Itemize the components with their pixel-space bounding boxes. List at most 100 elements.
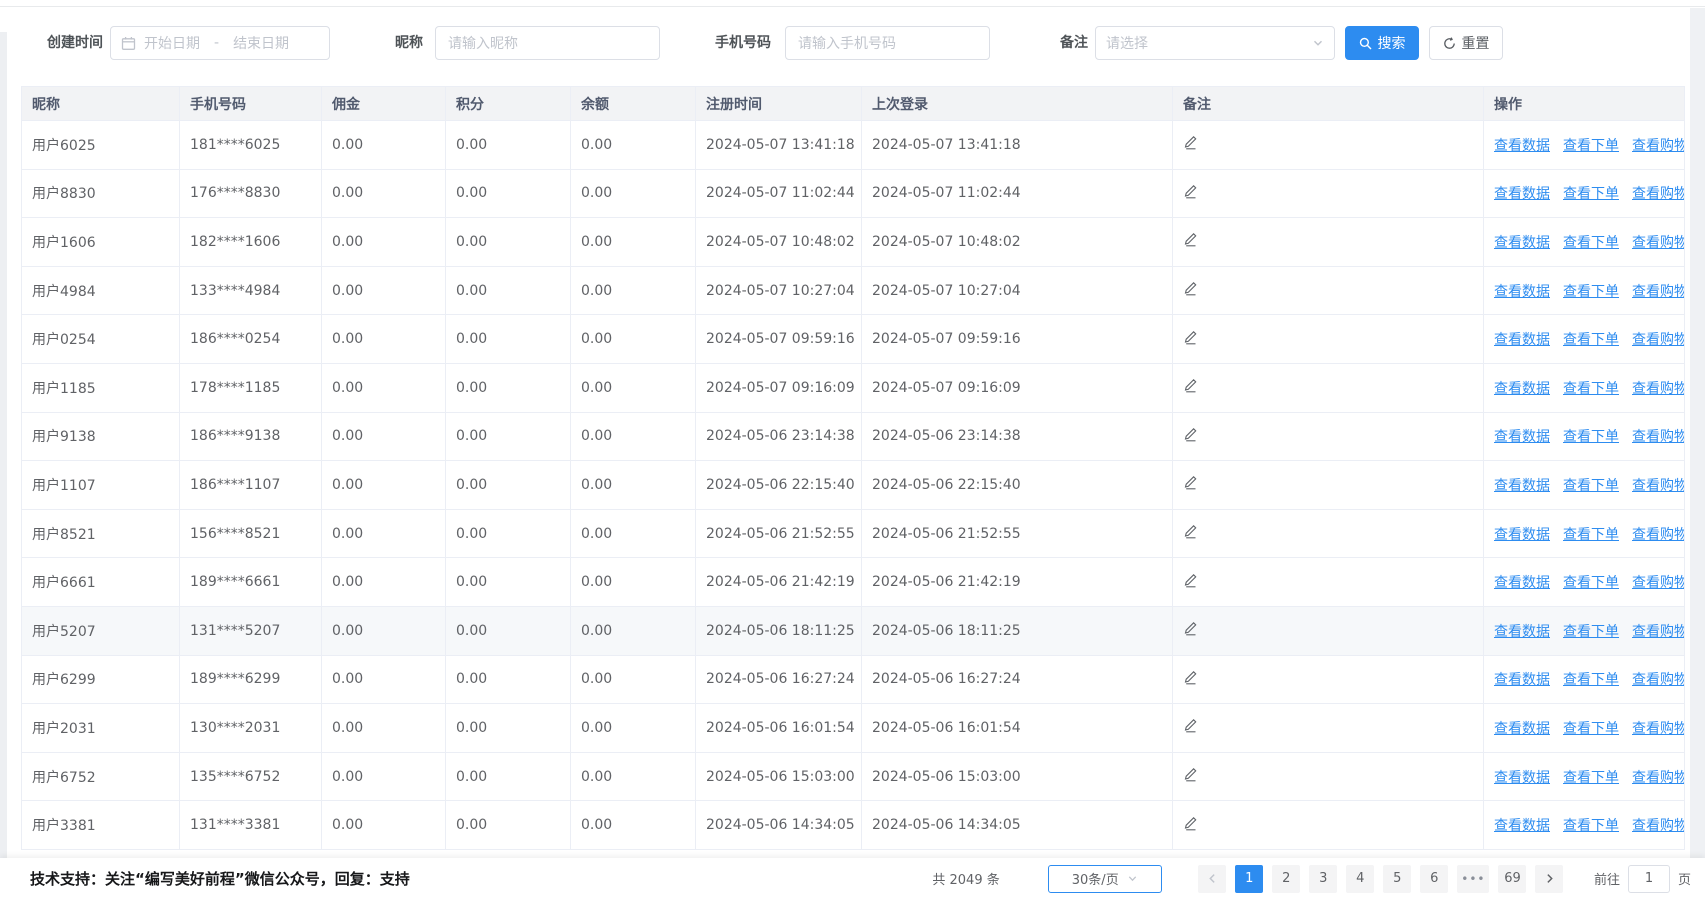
date-range-picker[interactable]: 开始日期 - 结束日期 [110,26,330,60]
action-link[interactable]: 查看数据 [1494,721,1550,737]
page-button[interactable]: 6 [1420,865,1448,893]
left-edge-strip [0,32,7,858]
action-link[interactable]: 查看购物车 [1632,381,1685,397]
edit-remark-icon[interactable] [1183,816,1198,835]
action-link[interactable]: 查看下单 [1563,527,1619,543]
cell-phone: 189****6299 [180,655,322,704]
edit-remark-icon[interactable] [1183,184,1198,203]
action-link[interactable]: 查看下单 [1563,381,1619,397]
more-pages-button[interactable]: ••• [1457,865,1489,893]
action-link[interactable]: 查看购物车 [1632,721,1685,737]
page-button[interactable]: 5 [1383,865,1411,893]
action-link[interactable]: 查看购物车 [1632,332,1685,348]
cell-last-login: 2024-05-07 10:48:02 [862,218,1173,267]
edit-remark-icon[interactable] [1183,427,1198,446]
action-link[interactable]: 查看数据 [1494,818,1550,834]
action-link[interactable]: 查看购物车 [1632,138,1685,154]
page-size-select[interactable]: 30条/页 [1048,865,1162,893]
cell-phone: 176****8830 [180,169,322,218]
action-link[interactable]: 查看数据 [1494,429,1550,445]
action-link[interactable]: 查看下单 [1563,429,1619,445]
cell-balance: 0.00 [571,606,696,655]
table-row: 用户6752135****67520.000.000.002024-05-06 … [22,752,1685,801]
remark-select[interactable]: 请选择 [1095,26,1335,60]
edit-remark-icon[interactable] [1183,281,1198,300]
action-link[interactable]: 查看数据 [1494,478,1550,494]
action-link[interactable]: 查看下单 [1563,332,1619,348]
col-header-last-login: 上次登录 [862,87,1173,121]
action-link[interactable]: 查看下单 [1563,478,1619,494]
action-link[interactable]: 查看下单 [1563,284,1619,300]
edit-remark-icon[interactable] [1183,573,1198,592]
date-separator: - [214,35,219,51]
edit-remark-icon[interactable] [1183,378,1198,397]
edit-remark-icon[interactable] [1183,135,1198,154]
cell-balance: 0.00 [571,801,696,850]
edit-remark-icon[interactable] [1183,718,1198,737]
edit-remark-icon[interactable] [1183,524,1198,543]
action-link[interactable]: 查看购物车 [1632,429,1685,445]
action-link[interactable]: 查看购物车 [1632,624,1685,640]
action-link[interactable]: 查看下单 [1563,624,1619,640]
cell-nickname: 用户1606 [22,218,180,267]
nickname-input[interactable]: 请输入昵称 [435,26,660,60]
page-button[interactable]: 2 [1272,865,1300,893]
action-link[interactable]: 查看数据 [1494,332,1550,348]
action-link[interactable]: 查看下单 [1563,138,1619,154]
page-button[interactable]: 4 [1346,865,1374,893]
action-link[interactable]: 查看购物车 [1632,235,1685,251]
edit-remark-icon[interactable] [1183,670,1198,689]
action-link[interactable]: 查看购物车 [1632,478,1685,494]
cell-balance: 0.00 [571,218,696,267]
action-link[interactable]: 查看数据 [1494,284,1550,300]
cell-remark [1173,509,1484,558]
action-link[interactable]: 查看数据 [1494,575,1550,591]
action-link[interactable]: 查看数据 [1494,770,1550,786]
action-link[interactable]: 查看购物车 [1632,284,1685,300]
cell-commission: 0.00 [322,752,446,801]
action-link[interactable]: 查看下单 [1563,672,1619,688]
action-link[interactable]: 查看购物车 [1632,186,1685,202]
edit-remark-icon[interactable] [1183,330,1198,349]
page-button[interactable]: 3 [1309,865,1337,893]
search-button[interactable]: 搜索 [1345,26,1419,60]
action-link[interactable]: 查看下单 [1563,818,1619,834]
next-page-button[interactable] [1535,865,1563,893]
page-button[interactable]: 1 [1235,865,1263,893]
cell-remark [1173,363,1484,412]
phone-input[interactable]: 请输入手机号码 [785,26,990,60]
action-link[interactable]: 查看下单 [1563,721,1619,737]
cell-nickname: 用户6299 [22,655,180,704]
action-link[interactable]: 查看数据 [1494,186,1550,202]
action-link[interactable]: 查看购物车 [1632,770,1685,786]
edit-remark-icon[interactable] [1183,767,1198,786]
col-header-nickname: 昵称 [22,87,180,121]
reset-button[interactable]: 重置 [1429,26,1503,60]
goto-page-input[interactable] [1628,865,1670,893]
chevron-down-icon [1127,873,1138,884]
cell-balance: 0.00 [571,315,696,364]
action-link[interactable]: 查看购物车 [1632,818,1685,834]
edit-remark-icon[interactable] [1183,621,1198,640]
action-link[interactable]: 查看数据 [1494,624,1550,640]
action-link[interactable]: 查看购物车 [1632,672,1685,688]
action-link[interactable]: 查看购物车 [1632,575,1685,591]
action-link[interactable]: 查看数据 [1494,527,1550,543]
vertical-scrollbar[interactable] [1690,8,1705,858]
edit-remark-icon[interactable] [1183,232,1198,251]
prev-page-button[interactable] [1198,865,1226,893]
action-link[interactable]: 查看下单 [1563,770,1619,786]
action-link[interactable]: 查看数据 [1494,235,1550,251]
action-link[interactable]: 查看数据 [1494,672,1550,688]
edit-remark-icon[interactable] [1183,475,1198,494]
action-link[interactable]: 查看数据 [1494,138,1550,154]
last-page-button[interactable]: 69 [1498,865,1526,893]
action-link[interactable]: 查看下单 [1563,186,1619,202]
action-link[interactable]: 查看下单 [1563,235,1619,251]
col-header-points: 积分 [446,87,571,121]
action-link[interactable]: 查看下单 [1563,575,1619,591]
action-link[interactable]: 查看数据 [1494,381,1550,397]
col-header-actions: 操作 [1484,87,1685,121]
cell-commission: 0.00 [322,412,446,461]
action-link[interactable]: 查看购物车 [1632,527,1685,543]
